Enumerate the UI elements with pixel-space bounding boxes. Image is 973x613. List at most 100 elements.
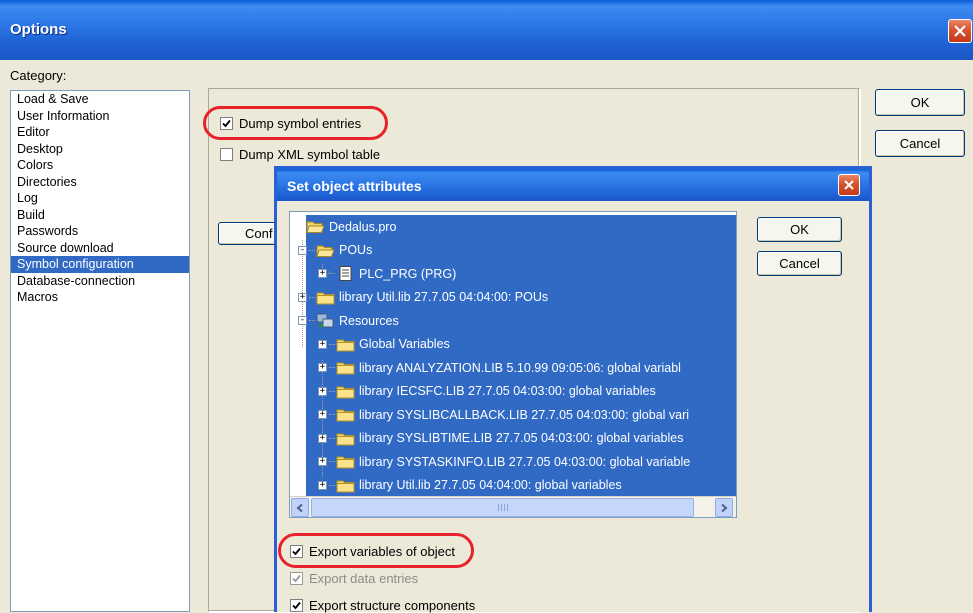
folder-icon: [336, 409, 355, 422]
configure-button[interactable]: Conf: [218, 222, 280, 245]
close-button[interactable]: [948, 19, 972, 43]
export-data-entries-option: Export data entries: [290, 571, 418, 586]
scroll-left-button[interactable]: [291, 498, 309, 517]
tree-node-label: library SYSLIBCALLBACK.LIB 27.7.05 04:03…: [359, 407, 690, 422]
tree-node[interactable]: + PLC_PRG (PRG): [318, 262, 456, 286]
dialog-ok-button[interactable]: OK: [757, 217, 842, 242]
ok-button-label: OK: [910, 95, 930, 110]
arrow-right-icon: [721, 503, 728, 512]
category-item[interactable]: Passwords: [11, 223, 189, 240]
tree-node[interactable]: + library SYSLIBTIME.LIB 27.7.05 04:03:00…: [318, 427, 684, 451]
highlight-ring: [278, 533, 474, 568]
category-item[interactable]: Editor: [11, 124, 189, 141]
expand-icon[interactable]: +: [318, 386, 327, 396]
export-structure-option[interactable]: Export structure components: [290, 598, 475, 613]
tree-connector: [309, 249, 315, 251]
tree-node[interactable]: + Global Variables: [318, 333, 450, 357]
tree-node[interactable]: + library SYSTASKINFO.LIB 27.7.05 04:03:0…: [318, 450, 690, 474]
tree-connector: [329, 461, 335, 463]
dump-xml-label: Dump XML symbol table: [239, 147, 381, 162]
category-item[interactable]: Database-connection: [11, 273, 189, 290]
cancel-button-label: Cancel: [899, 136, 941, 151]
window-title: Options: [10, 21, 67, 38]
tree-node-label: library SYSTASKINFO.LIB 27.7.05 04:03:00…: [359, 454, 691, 469]
category-item[interactable]: Source download: [11, 240, 189, 257]
tree-node-label: PLC_PRG (PRG): [359, 266, 457, 281]
tree-node-label: library Util.lib 27.7.05 04:04:00: globa…: [359, 478, 622, 493]
category-item[interactable]: Build: [11, 207, 189, 224]
dialog-cancel-button[interactable]: Cancel: [757, 251, 842, 276]
expand-icon[interactable]: +: [318, 269, 327, 279]
cancel-button[interactable]: Cancel: [875, 130, 965, 157]
configure-button-label: Conf: [245, 226, 273, 241]
dialog-title: Set object attributes: [287, 178, 422, 194]
tree-connector: [309, 296, 315, 298]
tree-node[interactable]: Dedalus.pro: [306, 215, 396, 239]
dump-xml-checkbox[interactable]: [220, 148, 233, 161]
expand-icon[interactable]: +: [318, 457, 327, 467]
ok-button[interactable]: OK: [875, 89, 965, 116]
export-data-entries-label: Export data entries: [309, 571, 419, 586]
tree-connector: [329, 484, 335, 486]
tree-node[interactable]: + library ANALYZATION.LIB 5.10.99 09:05:0…: [318, 356, 681, 380]
tree-connector: [329, 343, 335, 345]
scroll-thumb[interactable]: [311, 498, 694, 517]
tree-node-label: library ANALYZATION.LIB 5.10.99 09:05:06…: [359, 360, 681, 375]
category-item[interactable]: Log: [11, 190, 189, 207]
tree-connector: [329, 437, 335, 439]
folder-icon: [336, 480, 355, 493]
category-item[interactable]: User Information: [11, 108, 189, 125]
tree-node[interactable]: + library SYSLIBCALLBACK.LIB 27.7.05 04:0…: [318, 403, 689, 427]
open-folder-icon: [306, 221, 325, 234]
tree-horizontal-scrollbar[interactable]: [290, 496, 736, 517]
category-item[interactable]: Macros: [11, 289, 189, 306]
category-label: Category:: [10, 68, 67, 83]
tree-connector: [329, 414, 335, 416]
tree-node[interactable]: + library IECSFC.LIB 27.7.05 04:03:00: gl…: [318, 380, 656, 404]
tree-node[interactable]: + library Util.lib 27.7.05 04:04:00: POUs: [298, 286, 548, 310]
export-structure-label: Export structure components: [309, 598, 476, 613]
tree-node[interactable]: + library Util.lib 27.7.05 04:04:00: glob…: [318, 474, 622, 497]
tree-node-label: library Util.lib 27.7.05 04:04:00: POUs: [339, 290, 549, 305]
document-icon: [339, 266, 352, 282]
expand-icon[interactable]: +: [318, 480, 327, 490]
object-tree[interactable]: Dedalus.pro - POUs + PLC_PRG (PRG) + library U…: [289, 211, 737, 518]
arrow-left-icon: [296, 503, 303, 512]
close-icon: [844, 180, 854, 190]
resources-icon: [316, 313, 334, 328]
tree-node-label: Resources: [339, 313, 399, 328]
tree-node-label: Dedalus.pro: [329, 219, 397, 234]
expand-icon[interactable]: +: [298, 292, 307, 302]
expand-icon[interactable]: +: [318, 339, 327, 349]
tree-node-label: library SYSLIBTIME.LIB 27.7.05 04:03:00:…: [359, 431, 684, 446]
category-item[interactable]: Colors: [11, 157, 189, 174]
export-structure-checkbox[interactable]: [290, 599, 303, 612]
tree-node-label: POUs: [339, 243, 373, 258]
expand-icon[interactable]: +: [318, 363, 327, 373]
folder-icon: [336, 362, 355, 375]
category-item[interactable]: Desktop: [11, 141, 189, 158]
open-folder-icon: [316, 245, 335, 257]
category-item[interactable]: Directories: [11, 174, 189, 191]
collapse-icon[interactable]: -: [298, 245, 307, 255]
category-list[interactable]: Load & Save User Information Editor Desktop…: [10, 90, 190, 612]
dialog-close-button[interactable]: [838, 174, 860, 196]
tree-node[interactable]: - POUs: [298, 239, 372, 263]
tree-connector: [309, 320, 315, 322]
tree-connector: [329, 273, 335, 275]
collapse-icon[interactable]: -: [298, 316, 307, 326]
expand-icon[interactable]: +: [318, 410, 327, 420]
tree-node[interactable]: - Resources: [298, 309, 399, 333]
category-items: Load & Save User Information Editor Desktop…: [11, 91, 189, 306]
checkmark-icon: [292, 601, 301, 610]
dialog-cancel-label: Cancel: [779, 256, 820, 271]
set-object-attributes-dialog: Set object attributes Dedalus.pro - POUs + P…: [274, 166, 872, 613]
tree-node-label: library IECSFC.LIB 27.7.05 04:03:00: glo…: [359, 384, 656, 399]
export-data-entries-checkbox: [290, 572, 303, 585]
scroll-right-button[interactable]: [715, 498, 733, 517]
folder-icon: [336, 433, 355, 446]
category-item[interactable]: Symbol configuration: [11, 256, 189, 273]
dump-xml-option[interactable]: Dump XML symbol table: [220, 147, 380, 162]
expand-icon[interactable]: +: [318, 433, 327, 443]
category-item[interactable]: Load & Save: [11, 91, 189, 108]
